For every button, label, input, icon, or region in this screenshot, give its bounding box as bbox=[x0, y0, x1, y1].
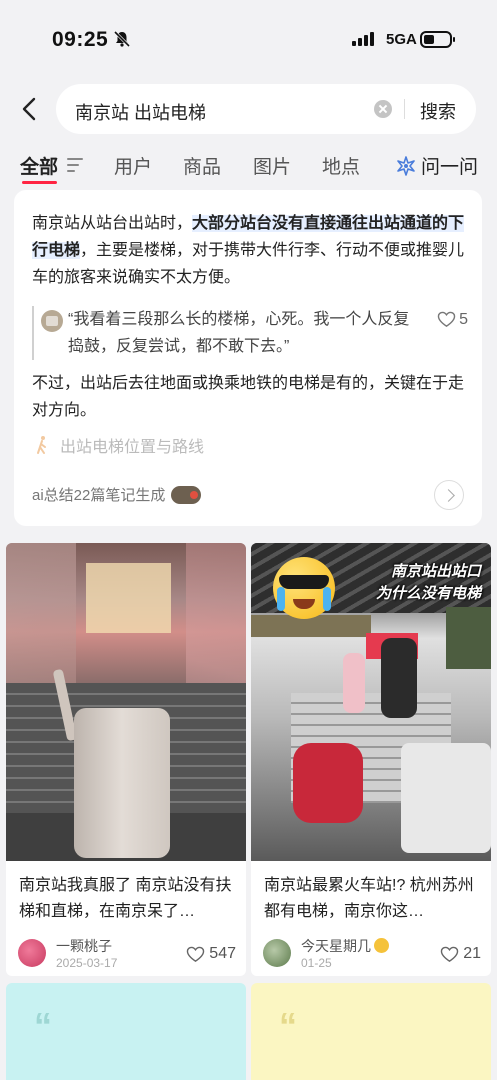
note-card-partial[interactable]: “ bbox=[6, 983, 246, 1080]
note-date: 2025-03-17 bbox=[56, 956, 118, 970]
overlay-line: 南京站出站口 bbox=[390, 563, 481, 580]
clear-icon[interactable] bbox=[374, 100, 392, 118]
route-link-label: 出站电梯位置与路线 bbox=[60, 439, 205, 456]
search-input[interactable]: 南京站 出站电梯 搜索 bbox=[56, 84, 476, 134]
network-type: 5GA bbox=[386, 31, 417, 48]
ai-summary-card[interactable]: 南京站从站台出站时，大部分站台没有直接通往出站通道的下行电梯，主要是楼梯，对于携… bbox=[14, 190, 482, 526]
ai-sparkle-icon bbox=[397, 155, 415, 176]
quote-like-button[interactable]: 5 bbox=[437, 306, 468, 333]
back-arrow-icon[interactable] bbox=[18, 96, 42, 122]
active-tab-indicator bbox=[22, 181, 57, 184]
signal-icon bbox=[352, 32, 374, 46]
summary-text-cont: ，主要是楼梯，对于携带大件行李、行动不便或推婴儿车的旅客来说确实不太方便。 bbox=[32, 242, 465, 286]
tab-ask-label: 问一问 bbox=[421, 157, 479, 178]
clock: 09:25 bbox=[52, 28, 109, 51]
like-count: 21 bbox=[463, 945, 481, 962]
like-button[interactable]: 547 bbox=[186, 945, 236, 963]
walking-icon bbox=[37, 436, 46, 454]
tab-bar: 全部 用户 商品 图片 地点 问一问 bbox=[0, 152, 497, 184]
ai-summary-paragraph-2: 不过，出站后去往地面或换乘地铁的电梯是有的，关键在于走对方向。 bbox=[32, 375, 465, 419]
ai-footer: ai总结22篇笔记生成 bbox=[32, 484, 202, 505]
note-meta: 一颗桃子 2025-03-17 547 bbox=[18, 936, 236, 970]
summary-text: 南京站从站台出站时， bbox=[32, 215, 193, 232]
quote-mark-icon: “ bbox=[279, 1005, 297, 1046]
tab-users[interactable]: 用户 bbox=[114, 152, 152, 179]
search-divider bbox=[404, 99, 405, 119]
note-title[interactable]: 南京站最累火车站!? 杭州苏州都有电梯，南京你这… bbox=[264, 873, 484, 925]
smile-emoji-icon bbox=[374, 938, 389, 953]
author-name[interactable]: 今天星期几 bbox=[301, 936, 389, 956]
note-cover-image[interactable]: 南京站出站口 为什么没有电梯 bbox=[251, 543, 491, 861]
author-avatar[interactable] bbox=[263, 939, 291, 967]
note-cover-image[interactable] bbox=[6, 543, 246, 861]
note-card[interactable]: 南京站出站口 为什么没有电梯 南京站最累火车站!? 杭州苏州都有电梯，南京你这…… bbox=[251, 543, 491, 976]
search-button[interactable]: 搜索 bbox=[420, 98, 456, 124]
battery-icon bbox=[420, 31, 455, 48]
search-query[interactable]: 南京站 出站电梯 bbox=[75, 99, 206, 125]
note-title[interactable]: 南京站我真服了 南京站没有扶梯和直梯，在南京呆了… bbox=[19, 873, 239, 925]
filter-icon[interactable] bbox=[67, 158, 83, 176]
tab-all[interactable]: 全部 bbox=[20, 152, 58, 179]
expand-chevron-icon[interactable] bbox=[434, 480, 464, 510]
note-meta: 今天星期几 01-25 21 bbox=[263, 936, 481, 970]
route-link[interactable]: 出站电梯位置与路线 bbox=[34, 433, 204, 457]
tab-places[interactable]: 地点 bbox=[322, 152, 360, 179]
tab-ask[interactable]: 问一问 bbox=[396, 152, 478, 179]
ai-summary-paragraph: 南京站从站台出站时，大部分站台没有直接通往出站通道的下行电梯，主要是楼梯，对于携… bbox=[32, 210, 468, 291]
status-bar: 09:25 5GA bbox=[0, 0, 497, 80]
user-quote[interactable]: “我看着三段那么长的楼梯，心死。我一个人反复捣鼓，反复尝试，都不敢下去。” 5 bbox=[32, 306, 468, 360]
cover-overlay-text: 南京站出站口 为什么没有电梯 bbox=[376, 561, 481, 605]
author-name-text: 今天星期几 bbox=[301, 938, 371, 954]
like-count: 547 bbox=[209, 945, 236, 962]
heart-icon bbox=[187, 946, 205, 962]
author-avatar[interactable] bbox=[18, 939, 46, 967]
quote-like-count: 5 bbox=[459, 311, 468, 328]
quote-avatar bbox=[41, 310, 63, 332]
tab-products[interactable]: 商品 bbox=[183, 152, 221, 179]
heart-icon bbox=[440, 946, 459, 962]
bell-mute-icon bbox=[113, 30, 131, 53]
quote-text: “我看着三段那么长的楼梯，心死。我一个人反复捣鼓，反复尝试，都不敢下去。” bbox=[68, 311, 410, 355]
crying-cool-emoji-icon bbox=[273, 557, 335, 619]
heart-icon bbox=[437, 311, 456, 327]
ai-footer-text: ai总结22篇笔记生成 bbox=[32, 487, 166, 504]
author-name[interactable]: 一颗桃子 bbox=[56, 936, 112, 956]
quote-mark-icon: “ bbox=[34, 1005, 52, 1046]
note-date: 01-25 bbox=[301, 956, 332, 970]
source-avatars bbox=[171, 485, 202, 504]
note-card[interactable]: 南京站我真服了 南京站没有扶梯和直梯，在南京呆了… 一颗桃子 2025-03-1… bbox=[6, 543, 246, 976]
overlay-line: 为什么没有电梯 bbox=[375, 585, 481, 602]
tab-images[interactable]: 图片 bbox=[253, 152, 291, 179]
like-button[interactable]: 21 bbox=[440, 945, 481, 963]
note-card-partial[interactable]: “ bbox=[251, 983, 491, 1080]
